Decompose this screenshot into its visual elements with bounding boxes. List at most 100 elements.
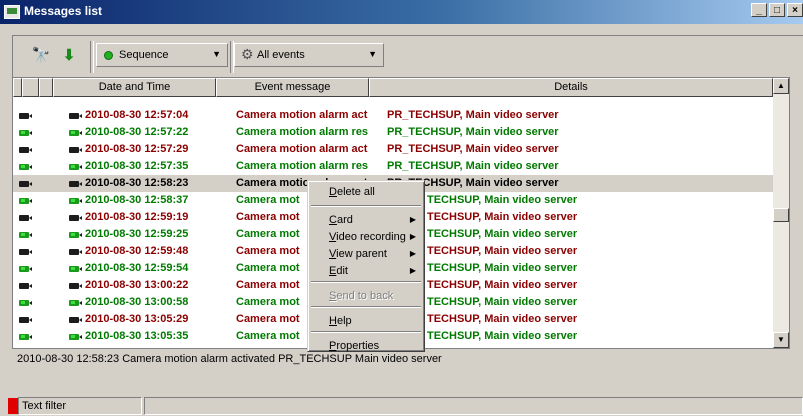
vertical-scrollbar[interactable]: ▲ ▼ [773, 78, 789, 348]
row-date: 2010-08-30 13:05:29 [85, 313, 189, 325]
camera-status-icon [69, 198, 82, 204]
close-button[interactable]: × [787, 3, 803, 17]
row-details: TECHSUP, Main video server [427, 313, 578, 325]
row-date: 2010-08-30 13:00:22 [85, 279, 189, 291]
camera-icon [19, 198, 32, 204]
row-date: 2010-08-30 12:58:37 [85, 194, 189, 206]
submenu-arrow-icon: ▶ [409, 266, 416, 275]
row-date: 2010-08-30 12:59:19 [85, 211, 189, 223]
scroll-up-button[interactable]: ▲ [773, 78, 789, 94]
row-date: 2010-08-30 12:58:23 [85, 177, 189, 189]
row-date: 2010-08-30 12:59:54 [85, 262, 189, 274]
camera-icon [19, 300, 32, 306]
window-title: Messages list [24, 4, 103, 18]
maximize-button[interactable]: □ [769, 3, 785, 17]
row-date: 2010-08-30 12:57:04 [85, 109, 189, 121]
row-details: TECHSUP, Main video server [427, 194, 578, 206]
menu-item-edit[interactable]: Edit ▶ [310, 263, 422, 280]
menu-separator [311, 205, 421, 207]
row-event-message: Camera mot [236, 279, 300, 291]
menu-item-label: Help [329, 315, 352, 327]
row-details: PR_TECHSUP, Main video server [387, 109, 559, 121]
down-arrow-icon[interactable]: ⬇ [59, 46, 79, 66]
binoculars-icon[interactable]: 🔭 [31, 46, 51, 66]
column-header-details[interactable]: Details [369, 78, 773, 97]
row-details: PR_TECHSUP, Main video server [387, 143, 559, 155]
row-date: 2010-08-30 13:05:35 [85, 330, 189, 342]
camera-status-icon [69, 334, 82, 340]
row-details: PR_TECHSUP, Main video server [387, 160, 559, 172]
table-row[interactable]: 2010-08-30 12:57:29 Camera motion alarm a… [13, 141, 789, 158]
camera-filter-icon: ⚙ [241, 46, 254, 62]
menu-item-label: Video recording [329, 231, 406, 243]
row-details: TECHSUP, Main video server [427, 279, 578, 291]
scroll-thumb[interactable] [773, 208, 789, 222]
camera-icon [19, 215, 32, 221]
table-row[interactable]: 2010-08-30 12:57:22 Camera motion alarm r… [13, 124, 789, 141]
menu-item-label: Delete all [329, 186, 375, 198]
menu-separator [311, 331, 421, 333]
submenu-arrow-icon: ▶ [409, 232, 416, 241]
text-filter-label: Text filter [22, 400, 67, 412]
camera-status-icon [69, 181, 82, 187]
minimize-button[interactable]: _ [751, 3, 767, 17]
camera-icon [19, 130, 32, 136]
row-event-message: Camera mot [236, 262, 300, 274]
menu-item-label: View parent [329, 248, 387, 260]
row-details: TECHSUP, Main video server [427, 330, 578, 342]
menu-item-video-recording[interactable]: Video recording ▶ [310, 229, 422, 246]
menu-item-help[interactable]: Help [310, 313, 422, 330]
toolbar: 🔭 ⬇ Sequence ▼ ⚙ All events ▼ [12, 35, 803, 78]
table-row[interactable]: 2010-08-30 12:57:35 Camera motion alarm r… [13, 158, 789, 175]
sequence-select-value: Sequence [119, 49, 169, 61]
camera-status-icon [69, 232, 82, 238]
camera-icon [19, 334, 32, 340]
events-select[interactable]: ⚙ All events ▼ [234, 43, 384, 67]
camera-status-icon [69, 266, 82, 272]
row-details: TECHSUP, Main video server [427, 262, 578, 274]
menu-separator [311, 306, 421, 308]
row-details: TECHSUP, Main video server [427, 211, 578, 223]
chevron-down-icon: ▼ [212, 49, 221, 59]
row-details: TECHSUP, Main video server [427, 228, 578, 240]
menu-item-view-parent[interactable]: View parent ▶ [310, 246, 422, 263]
row-event-message: Camera mot [236, 211, 300, 223]
menu-item-properties[interactable]: Properties [310, 338, 422, 355]
camera-icon [19, 164, 32, 170]
menu-item-delete-all[interactable]: Delete all [310, 184, 422, 201]
context-menu: Delete all Card ▶ Video recording ▶ View pare… [307, 180, 425, 352]
row-event-message: Camera motion alarm res [236, 160, 369, 172]
row-date: 2010-08-30 12:57:29 [85, 143, 189, 155]
chevron-down-icon: ▼ [368, 49, 377, 59]
row-event-message: Camera motion alarm res [236, 126, 369, 138]
scroll-down-button[interactable]: ▼ [773, 332, 789, 348]
row-date: 2010-08-30 13:00:58 [85, 296, 189, 308]
camera-status-icon [69, 317, 82, 323]
camera-icon [19, 147, 32, 153]
table-header: Date and Time Event message Details [13, 78, 789, 97]
camera-status-icon [69, 300, 82, 306]
sequence-select[interactable]: Sequence ▼ [96, 43, 228, 67]
menu-item-label: Properties [329, 340, 380, 352]
column-header-event[interactable]: Event message [216, 78, 369, 97]
camera-icon [19, 266, 32, 272]
camera-icon [19, 232, 32, 238]
column-header[interactable] [39, 78, 53, 97]
status-panel [144, 397, 803, 415]
column-header[interactable] [22, 78, 39, 97]
column-header[interactable] [13, 78, 22, 97]
camera-status-icon [69, 147, 82, 153]
menu-item-label: Send to back [329, 290, 394, 302]
toolbar-separator [90, 41, 94, 73]
camera-status-icon [69, 283, 82, 289]
camera-icon [19, 249, 32, 255]
submenu-arrow-icon: ▶ [409, 249, 416, 258]
row-event-message: Camera mot [236, 194, 300, 206]
menu-item-card[interactable]: Card ▶ [310, 212, 422, 229]
camera-status-icon [69, 164, 82, 170]
table-row[interactable]: 2010-08-30 12:57:04 Camera motion alarm a… [13, 107, 789, 124]
row-event-message: Camera motion alarm act [236, 109, 368, 121]
camera-status-icon [69, 113, 82, 119]
camera-icon [19, 317, 32, 323]
column-header-date[interactable]: Date and Time [53, 78, 216, 97]
